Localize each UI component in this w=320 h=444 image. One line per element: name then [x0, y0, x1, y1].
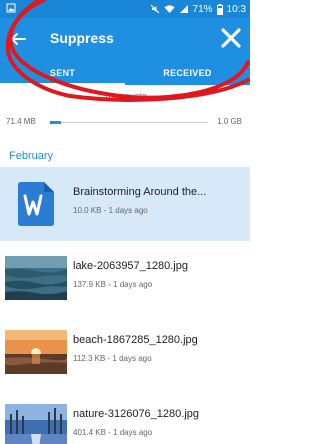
quota-label: Your quota	[103, 91, 147, 101]
clock: 10:3	[226, 3, 246, 15]
beach-thumbnail	[5, 330, 67, 374]
file-name: beach-1867285_1280.jpg	[73, 334, 198, 346]
nature-thumbnail	[5, 404, 67, 444]
quota-total: 1.0 GB	[217, 117, 242, 126]
app-bar: Suppress	[0, 18, 250, 60]
quota-track	[50, 121, 208, 124]
battery-icon	[216, 3, 223, 15]
quota-fill	[50, 121, 62, 124]
file-name: Brainstorming Around the...	[73, 186, 207, 198]
tab-sent[interactable]: SENT	[0, 60, 125, 85]
lake-thumbnail	[5, 256, 67, 300]
image-notification-icon	[6, 3, 16, 13]
list-item[interactable]: Brainstorming Around the... 10.0 KB - 1 …	[0, 167, 250, 241]
back-arrow-icon[interactable]	[9, 30, 27, 48]
file-meta: 112.3 KB - 1 days ago	[73, 354, 152, 363]
list-item[interactable]: nature-3126076_1280.jpg 401.4 KB - 1 day…	[0, 389, 250, 444]
quota-used: 71.4 MB	[6, 117, 36, 126]
battery-percent: 71%	[192, 3, 213, 15]
file-meta: 10.0 KB - 1 days ago	[73, 206, 148, 215]
list-item[interactable]: beach-1867285_1280.jpg 112.3 KB - 1 days…	[0, 315, 250, 389]
section-header: February	[9, 150, 54, 162]
tab-received[interactable]: RECEIVED	[125, 60, 250, 85]
wifi-icon	[164, 5, 175, 13]
list-item[interactable]: lake-2063957_1280.jpg 137.9 KB - 1 days …	[0, 241, 250, 315]
signal-icon	[179, 5, 188, 13]
close-icon[interactable]	[220, 27, 242, 49]
quota-bar: 71.4 MB 1.0 GB	[0, 112, 250, 132]
file-name: nature-3126076_1280.jpg	[73, 408, 200, 420]
word-document-icon	[18, 182, 54, 226]
status-indicators: 71% 10:3	[150, 2, 246, 16]
status-bar: 71% 10:3	[0, 0, 250, 18]
file-meta: 401.4 KB - 1 days ago	[73, 428, 153, 437]
file-name: lake-2063957_1280.jpg	[73, 260, 188, 272]
mute-icon	[150, 4, 159, 14]
file-meta: 137.9 KB - 1 days ago	[73, 280, 153, 289]
tab-bar: SENT RECEIVED	[0, 60, 250, 85]
file-list: Brainstorming Around the... 10.0 KB - 1 …	[0, 167, 250, 444]
page-title: Suppress	[50, 30, 114, 46]
